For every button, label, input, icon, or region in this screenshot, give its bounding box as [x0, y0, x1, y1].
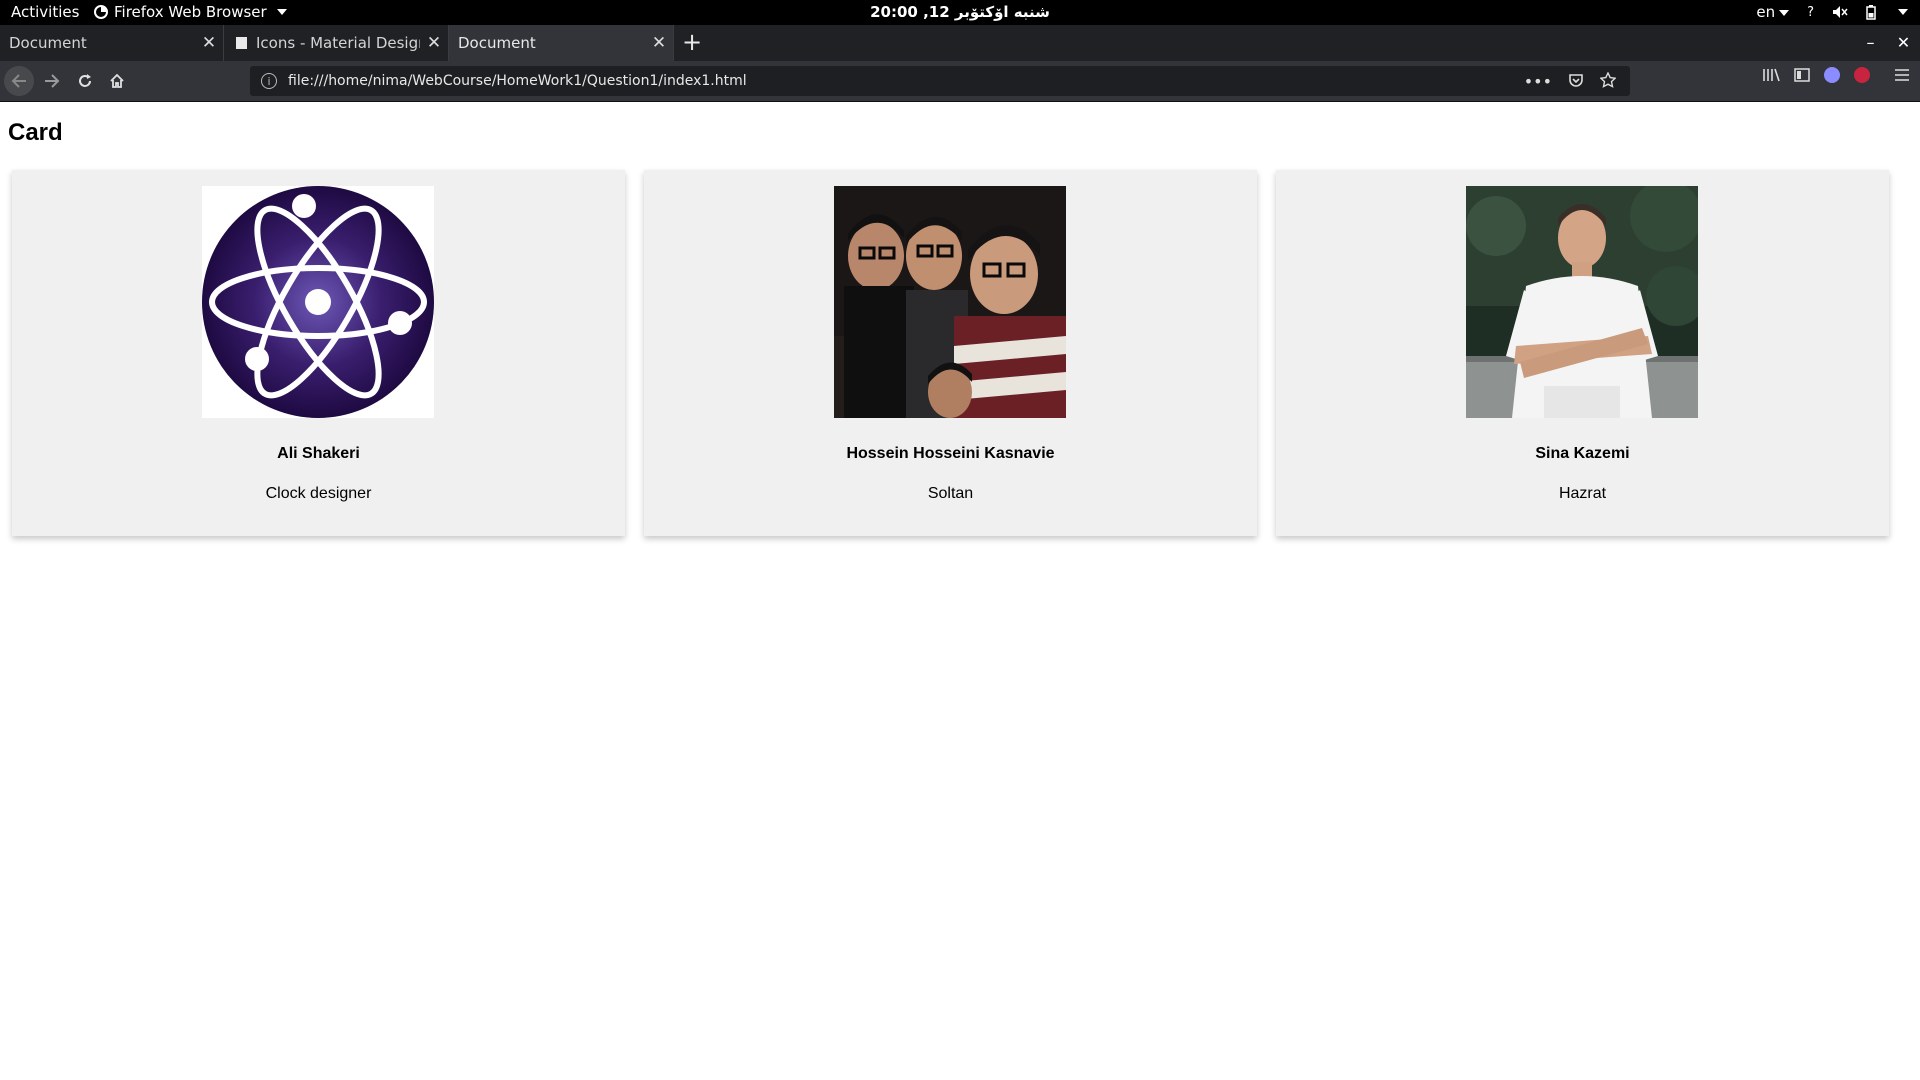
url-text[interactable]: file:///home/nima/WebCourse/HomeWork1/Qu…	[288, 73, 1524, 89]
language-indicator[interactable]: en	[1756, 3, 1790, 21]
card-role: Soltan	[927, 485, 974, 502]
home-button[interactable]	[102, 66, 132, 96]
address-bar[interactable]: i file:///home/nima/WebCourse/HomeWork1/…	[250, 66, 1630, 96]
hamburger-menu-icon[interactable]	[1894, 68, 1910, 82]
system-tray: en ?	[1756, 3, 1908, 21]
close-icon[interactable]: ✕	[645, 33, 673, 53]
navigation-toolbar: i file:///home/nima/WebCourse/HomeWork1/…	[0, 61, 1920, 102]
sidebar-icon[interactable]	[1794, 67, 1810, 83]
account-icon[interactable]	[1824, 67, 1840, 83]
card-name: Sina Kazemi	[1535, 445, 1630, 462]
pocket-icon[interactable]	[1568, 72, 1584, 88]
arrow-right-icon	[45, 74, 60, 88]
card-name: Ali Shakeri	[277, 445, 360, 462]
help-icon[interactable]: ?	[1807, 5, 1814, 20]
toolbar-right	[1762, 67, 1910, 83]
page-content: Card Ali Shakeri Clock designer Hossein …	[0, 102, 1920, 1080]
minimize-icon[interactable]: –	[1854, 25, 1887, 61]
site-info-icon[interactable]: i	[261, 73, 277, 89]
tab-title: Icons - Material Design	[256, 34, 420, 52]
group-selfie-image	[834, 186, 1066, 418]
tab-icons-material-design[interactable]: Icons - Material Design ✕	[224, 25, 449, 61]
battery-icon[interactable]	[1866, 4, 1876, 20]
back-button[interactable]	[4, 66, 34, 96]
system-menu-chevron-icon[interactable]	[1898, 9, 1908, 15]
window-controls: – ✕	[1854, 25, 1920, 61]
tab-strip: Document ✕ Icons - Material Design ✕ Doc…	[0, 25, 1920, 61]
tab-title: Document	[9, 34, 87, 52]
library-icon[interactable]	[1762, 67, 1780, 83]
extension-icon[interactable]	[1854, 67, 1870, 83]
card-name: Hossein Hosseini Kasnavie	[846, 445, 1055, 462]
page-favicon-icon	[236, 37, 247, 49]
profile-card: Sina Kazemi Hazrat	[1276, 170, 1889, 536]
portrait-image	[1466, 186, 1698, 418]
card-role: Clock designer	[265, 485, 372, 502]
volume-muted-icon[interactable]	[1832, 5, 1848, 19]
tab-document-1[interactable]: Document ✕	[0, 25, 224, 61]
card-role: Hazrat	[1558, 485, 1607, 502]
chevron-down-icon	[1779, 9, 1790, 16]
system-top-bar: Activities Firefox Web Browser شنبه اۆکت…	[0, 0, 1920, 25]
profile-card: Hossein Hosseini Kasnavie Soltan	[644, 170, 1257, 536]
language-label: en	[1756, 3, 1776, 21]
page-title: Card	[8, 119, 63, 146]
reload-icon	[79, 74, 91, 87]
new-tab-button[interactable]: +	[677, 27, 707, 59]
tab-document-active[interactable]: Document ✕	[449, 25, 674, 61]
close-icon[interactable]: ✕	[420, 33, 448, 53]
clock[interactable]: شنبه اۆکتۆبر 12, 20:00	[0, 3, 1920, 21]
home-icon	[110, 73, 124, 88]
profile-card: Ali Shakeri Clock designer	[12, 170, 625, 536]
tab-title: Document	[458, 34, 536, 52]
page-actions-icon[interactable]: •••	[1524, 72, 1552, 91]
window-close-icon[interactable]: ✕	[1887, 25, 1920, 61]
bookmark-star-icon[interactable]	[1600, 71, 1616, 88]
arrow-left-icon	[11, 74, 26, 88]
close-icon[interactable]: ✕	[195, 33, 223, 53]
reload-button[interactable]	[70, 66, 100, 96]
atom-logo-image	[202, 186, 434, 418]
forward-button[interactable]	[37, 66, 67, 96]
